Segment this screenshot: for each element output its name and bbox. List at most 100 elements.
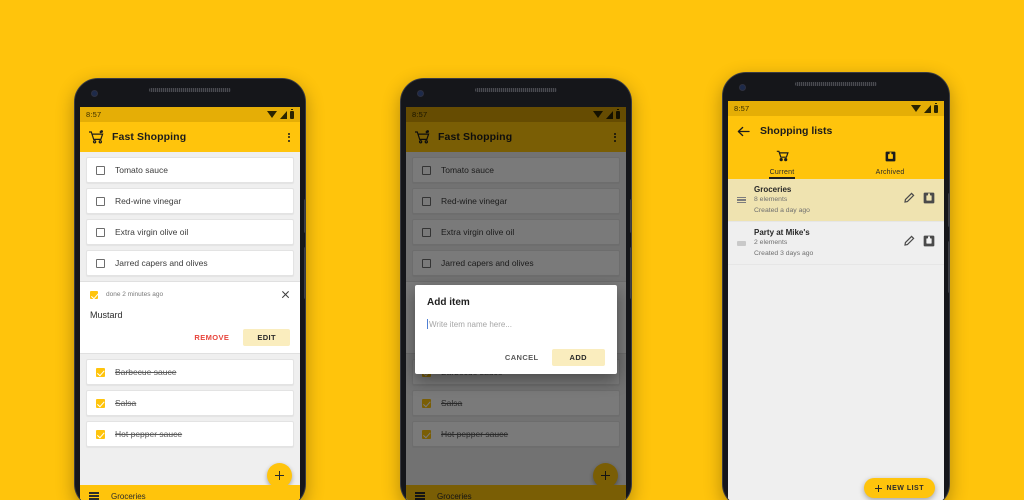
item-checkbox[interactable] — [96, 196, 105, 206]
shopping-lists: Groceries 8 elements Created a day ago P… — [728, 179, 944, 500]
front-camera-icon — [91, 90, 98, 97]
list-item[interactable]: Extra virgin olive oil — [86, 219, 294, 245]
archive-box-icon[interactable] — [923, 191, 935, 209]
battery-icon — [934, 102, 938, 113]
item-label: Hot pepper sauce — [115, 429, 183, 439]
list-item[interactable]: Red-wine vinegar — [86, 188, 294, 214]
app-title: Fast Shopping — [112, 131, 187, 143]
item-checkbox[interactable] — [96, 429, 105, 439]
shopping-cart-icon — [776, 149, 789, 167]
expanded-item-card: done 2 minutes ago Mustard REMOVE EDIT — [80, 281, 300, 354]
list-item[interactable]: Groceries 8 elements Created a day ago — [728, 179, 944, 222]
earpiece-speaker — [475, 88, 557, 92]
phone-1-bezel — [75, 79, 305, 107]
list-item[interactable]: Tomato sauce — [86, 157, 294, 183]
app-bar: Fast Shopping — [80, 122, 300, 152]
status-time: 8:57 — [86, 110, 102, 119]
phone-3: 8:57 Shopping lists Current Archived Gro… — [722, 72, 950, 500]
item-label: Extra virgin olive oil — [115, 227, 189, 237]
pencil-icon[interactable] — [903, 234, 915, 252]
item-checkbox[interactable] — [96, 258, 105, 268]
volume-button[interactable] — [304, 247, 305, 299]
status-icons — [267, 108, 294, 119]
expanded-item-actions: REMOVE EDIT — [90, 329, 290, 346]
wifi-icon — [267, 111, 277, 118]
list-created-date: Created 3 days ago — [754, 249, 814, 257]
item-name-placeholder: Write item name here... — [429, 320, 512, 329]
list-title: Party at Mike's — [754, 228, 810, 238]
add-button[interactable]: ADD — [551, 349, 605, 366]
expanded-item-header: done 2 minutes ago — [90, 290, 290, 299]
list-item[interactable]: Hot pepper sauce — [86, 421, 294, 447]
phone-3-screen: 8:57 Shopping lists Current Archived Gro… — [728, 101, 944, 500]
front-camera-icon — [739, 84, 746, 91]
tab-archived[interactable]: Archived — [836, 146, 944, 179]
list-created-date: Created a day ago — [754, 206, 810, 214]
phone-1: 8:57 Fast Shopping Tomato sauce Red-wine… — [74, 78, 306, 500]
page-title: Shopping lists — [760, 125, 833, 137]
hamburger-menu-icon[interactable] — [89, 492, 99, 500]
list-item[interactable]: Jarred capers and olives — [86, 250, 294, 276]
list-item-text: Groceries 8 elements Created a day ago — [754, 185, 895, 214]
item-label: Red-wine vinegar — [115, 196, 182, 206]
list-item[interactable]: Party at Mike's 2 elements Created 3 day… — [728, 222, 944, 265]
bottom-app-bar: Groceries — [80, 485, 300, 500]
new-list-fab[interactable]: NEW LIST — [863, 478, 935, 498]
status-time: 8:57 — [734, 104, 750, 113]
earpiece-speaker — [149, 88, 231, 92]
add-item-dialog: Add item Write item name here... CANCEL … — [415, 285, 617, 374]
signal-icon — [924, 104, 931, 113]
close-icon[interactable] — [281, 290, 290, 299]
overflow-menu-icon[interactable] — [286, 130, 292, 145]
dialog-title: Add item — [427, 297, 470, 308]
back-arrow-icon[interactable] — [737, 126, 750, 137]
remove-button[interactable]: REMOVE — [188, 329, 235, 346]
volume-button[interactable] — [948, 241, 949, 293]
power-button[interactable] — [630, 199, 631, 233]
cancel-button[interactable]: CANCEL — [498, 349, 546, 366]
item-checkbox[interactable] — [96, 227, 105, 237]
pencil-icon[interactable] — [903, 191, 915, 209]
list-elements-count: 2 elements — [754, 239, 788, 247]
item-checkbox[interactable] — [96, 398, 105, 408]
item-label: Jarred capers and olives — [115, 258, 208, 268]
plus-icon — [275, 471, 284, 480]
current-list-label: Groceries — [111, 491, 146, 500]
volume-button[interactable] — [630, 247, 631, 299]
status-icons — [911, 102, 938, 113]
list-title: Groceries — [754, 185, 792, 195]
item-label: Tomato sauce — [115, 165, 168, 175]
earpiece-speaker — [795, 82, 877, 86]
archive-box-icon[interactable] — [923, 234, 935, 252]
drag-handle-icon[interactable] — [737, 240, 746, 246]
wifi-icon — [911, 105, 921, 112]
tab-current[interactable]: Current — [728, 146, 836, 179]
drag-handle-icon[interactable] — [737, 196, 746, 204]
item-name-input[interactable]: Write item name here... — [427, 319, 605, 329]
list-item[interactable]: Barbecue sauce — [86, 359, 294, 385]
edit-button[interactable]: EDIT — [243, 329, 290, 346]
shopping-cart-icon — [88, 130, 105, 144]
item-label: Salsa — [115, 398, 137, 408]
item-label: Barbecue sauce — [115, 367, 177, 377]
phone-3-bezel — [723, 73, 949, 101]
item-checkbox[interactable] — [96, 367, 105, 377]
item-done-meta: done 2 minutes ago — [106, 291, 164, 298]
phone-2: 8:57 Fast Shopping Tomato sauce Red-win — [400, 78, 632, 500]
battery-icon — [290, 108, 294, 119]
plus-icon — [874, 484, 882, 492]
item-checkbox[interactable] — [90, 290, 98, 299]
expanded-item-name: Mustard — [90, 310, 123, 320]
list-item[interactable]: Salsa — [86, 390, 294, 416]
list-elements-count: 8 elements — [754, 196, 788, 204]
new-list-label: NEW LIST — [886, 484, 924, 492]
status-bar: 8:57 — [728, 101, 944, 116]
signal-icon — [280, 110, 287, 119]
power-button[interactable] — [948, 193, 949, 227]
app-bar: Shopping lists — [728, 116, 944, 146]
list-item-text: Party at Mike's 2 elements Created 3 day… — [754, 228, 895, 257]
dialog-actions: CANCEL ADD — [427, 349, 605, 366]
power-button[interactable] — [304, 199, 305, 233]
tab-label: Current — [769, 169, 795, 176]
item-checkbox[interactable] — [96, 165, 105, 175]
